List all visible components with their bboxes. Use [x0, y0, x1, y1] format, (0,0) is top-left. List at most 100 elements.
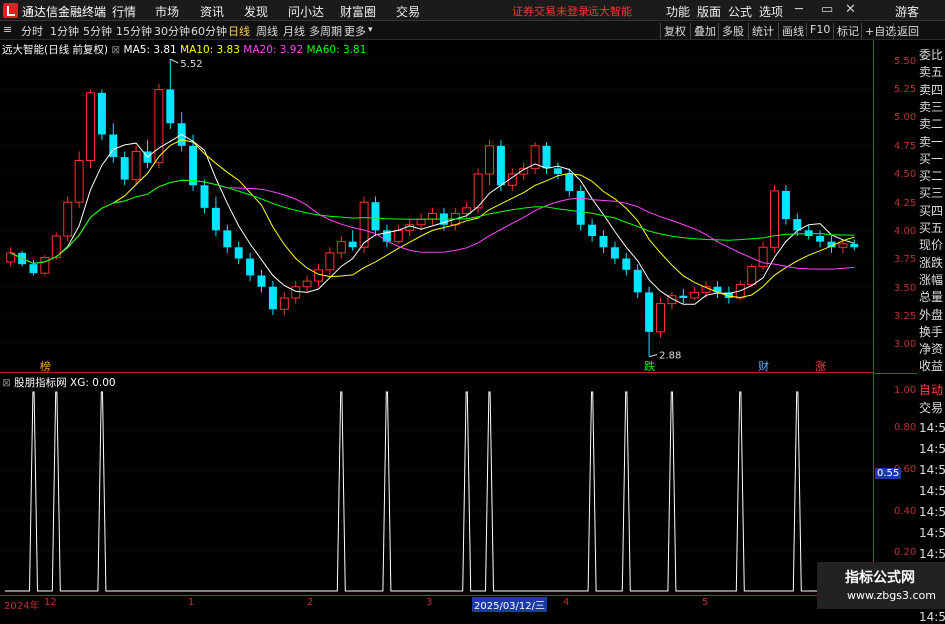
event-marker: 榜: [40, 359, 51, 373]
indicator-info: ⊠ 股朋指标网 XG: 0.00: [2, 375, 116, 390]
account-name[interactable]: 远大智能: [588, 3, 632, 19]
trade-button[interactable]: 交易: [919, 401, 943, 415]
menu-wealth[interactable]: 财富圈: [340, 3, 376, 20]
restore-rights-button[interactable]: 复权: [660, 23, 686, 39]
period-tab[interactable]: 15分钟: [116, 23, 152, 39]
period-tab[interactable]: 30分钟: [154, 23, 190, 39]
candle-body-down: [565, 174, 574, 191]
more-chevron-icon[interactable]: ▾: [368, 25, 373, 35]
ma-toggle-icon[interactable]: ⊠: [111, 44, 120, 56]
candle-body-down: [679, 295, 688, 298]
candle-body-down: [348, 241, 357, 248]
login-notice[interactable]: 证券交易未登录: [512, 3, 589, 19]
multi-stock-button[interactable]: 多股: [718, 23, 744, 39]
x-label: 1: [188, 597, 195, 608]
stock-name: 远大智能: [2, 44, 44, 56]
menu-formula[interactable]: 公式: [728, 3, 752, 20]
kline-chart[interactable]: 5.52 2.88 榜 跌 财 涨: [0, 40, 873, 373]
indicator-chart[interactable]: [0, 373, 873, 595]
quote-field-label: 卖三: [919, 99, 944, 114]
period-tab[interactable]: 分时: [21, 23, 43, 39]
toolbar-menu-icon[interactable]: ≡: [3, 23, 12, 36]
candle-body-down: [211, 207, 220, 231]
period-tab[interactable]: 1分钟: [50, 23, 79, 39]
candle-body-up: [154, 88, 164, 164]
auto-trade-toggle[interactable]: 自动: [919, 383, 943, 397]
xg-signal-line: [5, 391, 860, 592]
period-tab[interactable]: 60分钟: [191, 23, 227, 39]
quote-field-label: 净资: [919, 342, 944, 357]
period-tab[interactable]: 月线: [283, 23, 305, 39]
candle-body-down: [633, 269, 642, 293]
main-chart-info: 远大智能(日线 前复权) ⊠ MA5: 3.81 MA10: 3.83 MA20…: [2, 42, 366, 57]
candle-body-down: [553, 168, 562, 174]
menu-functions[interactable]: 功能: [666, 3, 690, 20]
menu-trade[interactable]: 交易: [396, 3, 420, 20]
ind-y-tick: 1.00: [894, 385, 917, 396]
x-axis: 2024年 12 1 2 3 2025/03/12/三 4 5: [0, 595, 945, 612]
period-tab[interactable]: 5分钟: [83, 23, 112, 39]
chart-desc: (日线 前复权): [44, 44, 109, 56]
back-button[interactable]: 返回: [893, 23, 919, 39]
candle-body-up: [63, 201, 73, 237]
ma10-label: MA10: 3.83: [180, 44, 240, 56]
y-tick: 3.50: [894, 283, 917, 294]
y-tick: 5.50: [894, 56, 917, 67]
candle-body-up: [416, 218, 426, 226]
overlay-button[interactable]: 叠加: [690, 23, 716, 39]
quote-field-label: 涨幅: [919, 272, 944, 287]
y-tick: 3.25: [894, 311, 917, 322]
event-marker: 财: [758, 359, 769, 373]
stats-button[interactable]: 统计: [748, 23, 774, 39]
close-icon[interactable]: ✕: [845, 2, 856, 17]
quote-side-panel: 委比 卖五 卖四 卖三 卖二 卖一 买一 买二 买三 买四 买五 现价 涨跌 涨幅 总量 外盘 换手 净资 收益 自动…: [917, 40, 945, 624]
candle-body-down: [257, 275, 266, 287]
tick-time: 14:5: [919, 421, 945, 435]
menu-discover[interactable]: 发现: [244, 3, 268, 20]
candle-body-up: [838, 243, 848, 248]
period-tab-active[interactable]: 日线: [228, 23, 250, 39]
guest-label[interactable]: 游客: [895, 3, 919, 20]
candle-body-up: [462, 207, 472, 214]
watermark-url: www.zbgs3.com: [847, 589, 936, 602]
y-tick: 4.75: [894, 141, 917, 152]
high-price-label: 5.52: [180, 59, 202, 70]
tick-time: 14:5: [919, 526, 945, 540]
restore-icon[interactable]: ▭: [821, 2, 833, 17]
menu-layout[interactable]: 版面: [697, 3, 721, 20]
ind-y-tick: 0.40: [894, 506, 917, 517]
mark-button[interactable]: 标记: [833, 23, 859, 39]
minimize-icon[interactable]: ─: [795, 2, 803, 17]
indicator-name: 股朋指标网: [14, 377, 67, 389]
add-favorite-button[interactable]: +自选: [861, 23, 896, 39]
menu-news[interactable]: 资讯: [200, 3, 224, 20]
quote-field-label: 买五: [919, 221, 944, 235]
period-tab[interactable]: 多周期: [309, 23, 342, 39]
candle-body-down: [268, 286, 277, 310]
quote-field-label: 买二: [919, 169, 944, 184]
candle-body-up: [485, 145, 494, 175]
period-tab-more[interactable]: 更多: [344, 23, 366, 39]
menu-ask[interactable]: 问小达: [288, 3, 324, 20]
indicator-toggle-icon[interactable]: ⊠: [2, 377, 11, 389]
menu-quotes[interactable]: 行情: [112, 3, 136, 20]
candle-body-up: [325, 252, 335, 271]
x-label: 3: [426, 597, 433, 608]
quote-field-label: 总量: [919, 290, 944, 305]
high-pointer: [170, 58, 179, 64]
x-label: 2024年: [4, 601, 40, 612]
candle-body-down: [793, 219, 802, 231]
candle-body-down: [588, 224, 597, 236]
candle-body-down: [850, 243, 859, 248]
quote-field-label: 买四: [919, 203, 944, 218]
candle-body-up: [131, 150, 141, 181]
period-tab[interactable]: 周线: [256, 23, 278, 39]
candle-body-down: [622, 258, 631, 270]
f10-button[interactable]: F10: [806, 23, 830, 36]
menu-market[interactable]: 市场: [155, 3, 179, 20]
candle-body-down: [246, 258, 255, 276]
candle-body-up: [74, 159, 84, 203]
menu-options[interactable]: 选项: [759, 3, 783, 20]
event-marker: 跌: [644, 359, 655, 373]
draw-line-button[interactable]: 画线: [778, 23, 804, 39]
